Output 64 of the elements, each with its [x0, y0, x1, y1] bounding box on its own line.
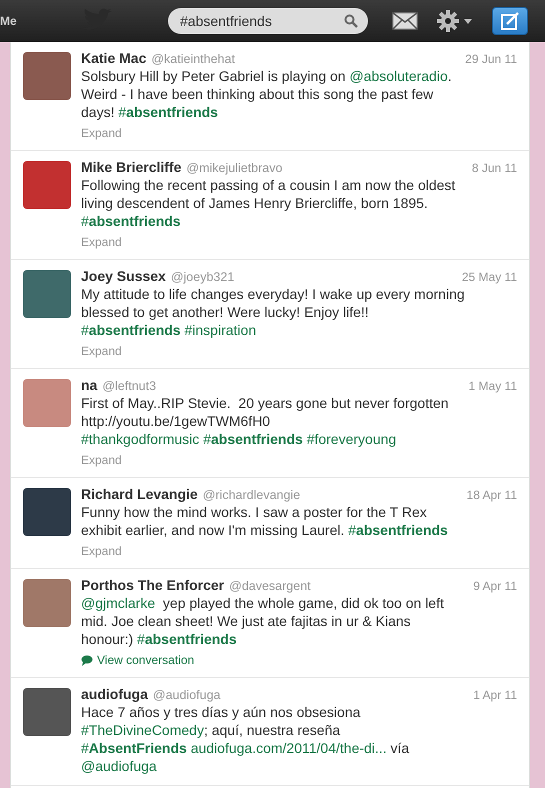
avatar-photo-placeholder[interactable] [23, 52, 71, 100]
envelope-icon[interactable] [392, 12, 418, 30]
search-icon[interactable] [344, 14, 358, 28]
hashtag-link[interactable]: #thankgodformusic [81, 431, 204, 447]
hashtag-link[interactable]: #foreveryoung [306, 431, 396, 447]
user-handle[interactable]: @leftnut3 [102, 379, 156, 393]
tweet-text: First of May..RIP Stevie. 20 years gone but never forgotten http://youtu.be/1gewTWM6fH0 #thankgodformusic #absentfriends #foreveryoung [81, 394, 450, 448]
user-name[interactable]: Katie Mac [81, 50, 146, 66]
tweet-text: Hace 7 años y tres días y aún nos obsesiona #TheDivineComedy; aquí, nuestra reseña #AbsentFriends audiofuga.com/2011/04/the-di... vía @audiofuga [81, 703, 410, 775]
expand-link[interactable]: Expand [81, 453, 122, 467]
mention-link[interactable]: @gjmclarke [81, 595, 156, 611]
hashtag-link[interactable]: #absentfriends [137, 631, 237, 647]
tweet-date[interactable]: 25 May 11 [462, 270, 517, 284]
hashtag-link[interactable]: #absentfriends [81, 213, 181, 229]
tweet-date[interactable]: 9 Apr 11 [473, 579, 517, 593]
tweet-text: Funny how the mind works. I saw a poster for the T Rex exhibit earlier, and now I'm missing Laurel. #absentfriends [81, 503, 449, 539]
avatar-photo-placeholder[interactable] [23, 579, 71, 627]
user-name[interactable]: Porthos The Enforcer [81, 577, 224, 593]
expand-link[interactable]: Expand [81, 235, 122, 249]
user-handle[interactable]: @davesargent [229, 579, 311, 593]
search-field[interactable]: #absentfriends [168, 8, 368, 34]
speech-bubble-icon [81, 654, 93, 666]
user-name[interactable]: Mike Briercliffe [81, 159, 182, 175]
expand-link[interactable]: Expand [81, 344, 122, 358]
hashtag-link[interactable]: #TheDivineComedy [81, 722, 204, 738]
me-link[interactable]: Me [0, 14, 18, 28]
tweet-text: @gjmclarke yep played the whole game, did ok too on left mid. Joe clean sheet! We just ate fajitas in ur & Kians honour:) #absentfriends [81, 594, 445, 648]
hashtag-link[interactable]: #inspiration [184, 322, 256, 338]
gear-dropdown-icon[interactable] [436, 9, 474, 33]
user-name[interactable]: na [81, 377, 98, 393]
tweet-date[interactable]: 1 May 11 [468, 379, 517, 393]
avatar-photo-placeholder[interactable] [23, 379, 71, 427]
user-handle[interactable]: @richardlevangie [202, 488, 300, 502]
avatar-photo-placeholder[interactable] [23, 270, 71, 318]
hashtag-link[interactable]: #absentfriends [118, 104, 218, 120]
user-name[interactable]: audiofuga [81, 686, 148, 702]
user-handle[interactable]: @katieinthehat [151, 52, 235, 66]
tweet-text: My attitude to life changes everyday! I wake up every morning blessed to get another! Were lucky! Enjoy life!! #absentfriends #inspiration [81, 285, 466, 339]
user-name[interactable]: Joey Sussex [81, 268, 166, 284]
expand-link[interactable]: Expand [81, 544, 122, 558]
mention-link[interactable]: @audiofuga [81, 758, 157, 774]
expand-link[interactable]: Expand [81, 126, 122, 140]
hashtag-link[interactable]: #absentfriends [81, 322, 184, 338]
url-link[interactable]: audiofuga.com/2011/04/the-di... [190, 740, 387, 756]
user-handle[interactable]: @mikejulietbravo [186, 161, 282, 175]
compose-icon [500, 11, 520, 31]
compose-button[interactable] [492, 7, 528, 35]
user-name[interactable]: Richard Levangie [81, 486, 198, 502]
mention-link[interactable]: @absoluteradio [349, 68, 448, 84]
view-conversation-link[interactable]: View conversation [81, 653, 194, 667]
avatar-photo-placeholder[interactable] [23, 488, 71, 536]
tweet-text: Solsbury Hill by Peter Gabriel is playing on @absoluteradio. Weird - I have been thinking about this song the past few days! #absentfriends [81, 67, 453, 121]
hashtag-link[interactable]: #absentfriends [348, 522, 448, 538]
hashtag-link[interactable]: #AbsentFriends [81, 740, 191, 756]
hashtag-link[interactable]: #absentfriends [203, 431, 307, 447]
tweet-text: Following the recent passing of a cousin I am now the oldest living descendent of James Henry Briercliffe, born 1895. #absentfriends [81, 176, 456, 230]
tweet-date[interactable]: 29 Jun 11 [465, 52, 517, 66]
user-handle[interactable]: @audiofuga [152, 688, 220, 702]
user-handle[interactable]: @joeyb321 [170, 270, 234, 284]
tweet-date[interactable]: 18 Apr 11 [466, 488, 517, 502]
avatar-photo-placeholder[interactable] [23, 688, 71, 736]
tweet-date[interactable]: 1 Apr 11 [473, 688, 517, 702]
avatar-photo-placeholder[interactable] [23, 161, 71, 209]
tweet-date[interactable]: 8 Jun 11 [472, 161, 517, 175]
